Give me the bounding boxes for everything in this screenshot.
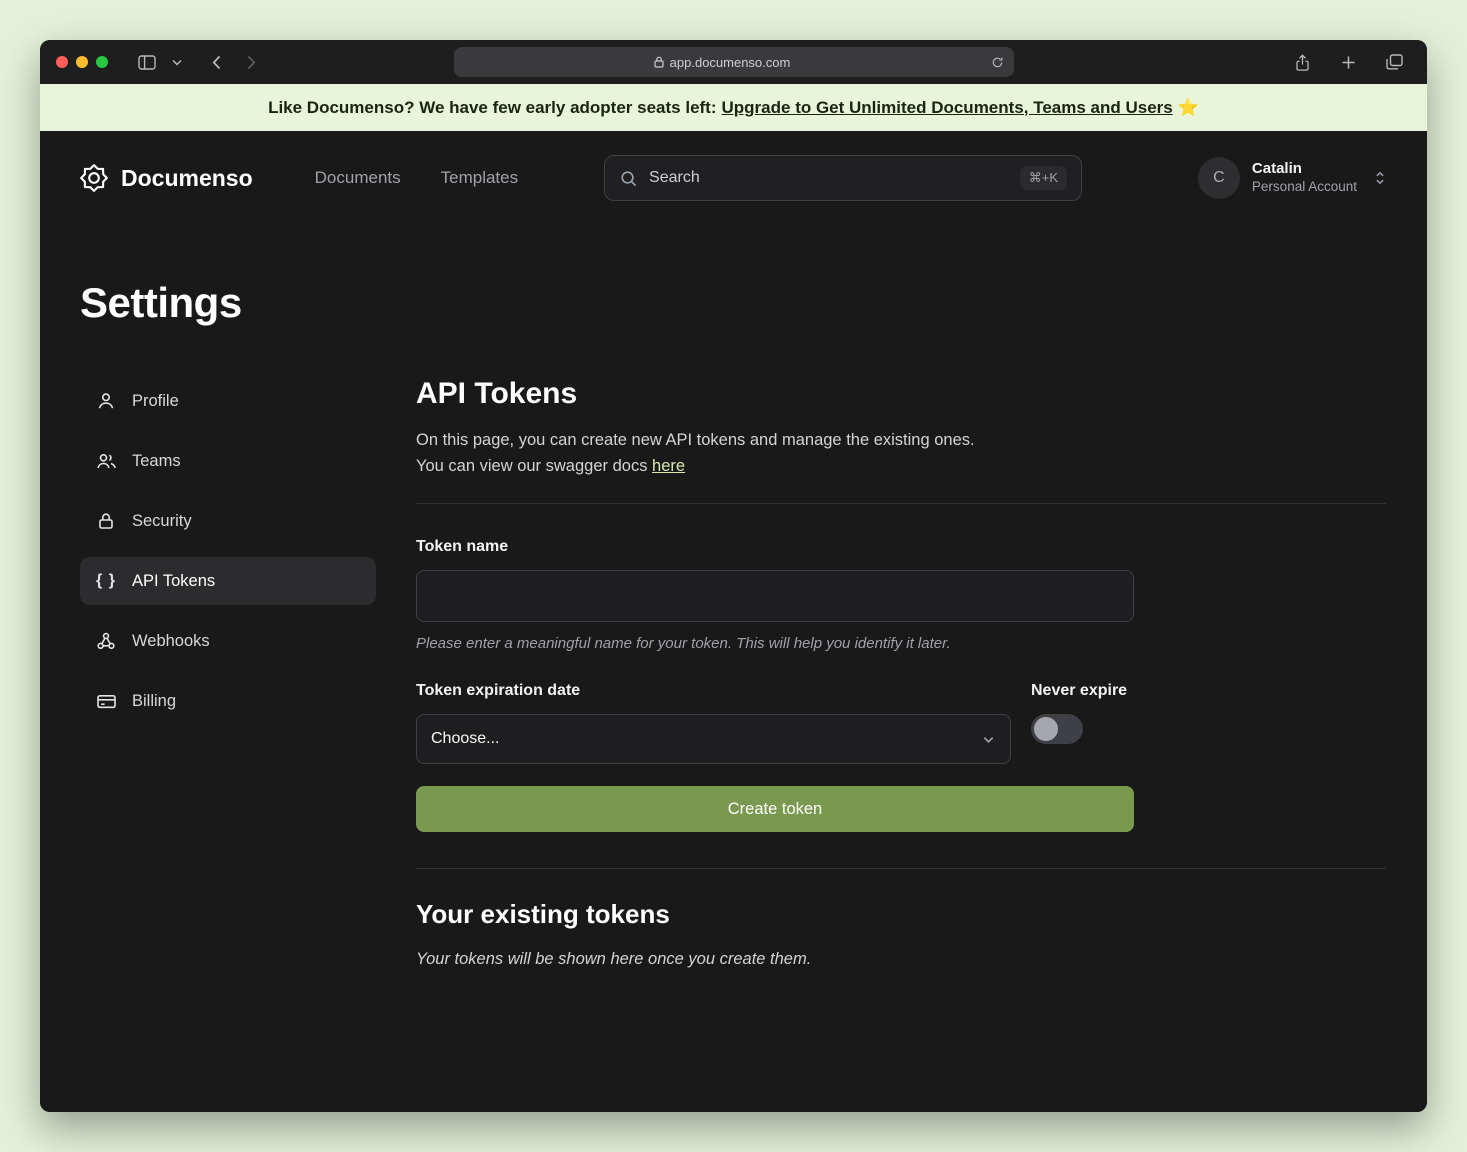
browser-window: app.documenso.com [40, 40, 1427, 1112]
credit-card-icon [95, 691, 117, 711]
search-input[interactable]: Search ⌘+K [604, 155, 1082, 201]
forward-button[interactable] [239, 55, 264, 70]
expiration-selected-value: Choose... [431, 730, 499, 748]
sidebar-item-label: Billing [132, 692, 176, 711]
expiration-label: Token expiration date [416, 682, 1011, 700]
api-tokens-panel: API Tokens On this page, you can create … [416, 377, 1386, 969]
brand[interactable]: Documenso [80, 164, 253, 192]
existing-tokens-heading: Your existing tokens [416, 899, 1386, 930]
sidebar-item-teams[interactable]: Teams [80, 437, 376, 485]
expiration-select[interactable]: Choose... [416, 714, 1011, 764]
chevrons-up-down-icon [1373, 169, 1387, 187]
nav-documents[interactable]: Documents [315, 168, 401, 188]
search-shortcut-badge: ⌘+K [1020, 166, 1067, 190]
sidebar-item-billing[interactable]: Billing [80, 677, 376, 725]
upgrade-link[interactable]: Upgrade to Get Unlimited Documents, Team… [722, 98, 1173, 118]
banner-text: Like Documenso? We have few early adopte… [268, 98, 716, 118]
main-nav: Documents Templates [315, 168, 518, 188]
account-type: Personal Account [1252, 179, 1357, 196]
sidebar-item-api-tokens[interactable]: { } API Tokens [80, 557, 376, 605]
token-name-label: Token name [416, 538, 1386, 556]
description-line-2: You can view our swagger docs [416, 457, 647, 475]
sidebar-item-label: Webhooks [132, 632, 210, 651]
traffic-lights [56, 56, 108, 68]
token-name-helper: Please enter a meaningful name for your … [416, 635, 1386, 652]
sidebar-item-webhooks[interactable]: Webhooks [80, 617, 376, 665]
lock-icon [95, 511, 117, 531]
sidebar-item-profile[interactable]: Profile [80, 377, 376, 425]
chevron-down-icon [981, 732, 996, 747]
divider [416, 503, 1386, 504]
url-text: app.documenso.com [670, 55, 791, 70]
sidebar-item-label: Teams [132, 452, 181, 471]
lock-icon [654, 56, 664, 68]
toolbar-right-icons [1286, 53, 1411, 72]
close-window-button[interactable] [56, 56, 68, 68]
user-icon [95, 391, 117, 411]
documenso-logo-icon [80, 164, 108, 192]
account-menu[interactable]: C Catalin Personal Account [1198, 157, 1387, 199]
swagger-docs-link[interactable]: here [652, 457, 685, 475]
existing-tokens-empty-text: Your tokens will be shown here once you … [416, 950, 1386, 969]
promo-banner: Like Documenso? We have few early adopte… [40, 84, 1427, 131]
sidebar-item-label: Security [132, 512, 192, 531]
section-description: On this page, you can create new API tok… [416, 427, 1386, 479]
create-token-button[interactable]: Create token [416, 786, 1134, 832]
sidebar-chevron-down-icon[interactable] [164, 59, 190, 66]
minimize-window-button[interactable] [76, 56, 88, 68]
description-line-1: On this page, you can create new API tok… [416, 431, 975, 449]
sidebar-toggle-icon[interactable] [130, 55, 164, 70]
sidebar-item-label: API Tokens [132, 572, 215, 591]
user-name: Catalin [1252, 160, 1357, 179]
refresh-icon[interactable] [991, 56, 1014, 69]
brand-name: Documenso [121, 165, 253, 192]
avatar: C [1198, 157, 1240, 199]
settings-page: Settings Profile [40, 279, 1427, 969]
never-expire-label: Never expire [1031, 682, 1127, 700]
section-heading: API Tokens [416, 377, 1386, 411]
nav-templates[interactable]: Templates [441, 168, 518, 188]
address-bar[interactable]: app.documenso.com [454, 47, 1014, 77]
webhook-icon [95, 631, 117, 651]
share-icon[interactable] [1286, 53, 1319, 72]
users-icon [95, 451, 117, 471]
token-name-input[interactable] [416, 570, 1134, 622]
never-expire-toggle[interactable] [1031, 714, 1083, 744]
search-placeholder: Search [649, 169, 700, 187]
settings-sidebar: Profile Teams [80, 377, 376, 969]
divider [416, 868, 1386, 869]
desktop-background: app.documenso.com [0, 0, 1467, 1152]
star-emoji: ⭐ [1178, 98, 1199, 118]
search-icon [619, 169, 638, 188]
tabs-overview-icon[interactable] [1378, 54, 1411, 70]
app-root: Documenso Documents Templates Search ⌘+K… [40, 131, 1427, 1112]
browser-toolbar: app.documenso.com [40, 40, 1427, 84]
new-tab-icon[interactable] [1333, 55, 1364, 70]
back-button[interactable] [204, 55, 229, 70]
braces-icon: { } [95, 572, 117, 590]
app-header: Documenso Documents Templates Search ⌘+K… [40, 131, 1427, 225]
toggle-knob [1034, 717, 1058, 741]
page-title: Settings [80, 279, 1387, 327]
zoom-window-button[interactable] [96, 56, 108, 68]
sidebar-item-security[interactable]: Security [80, 497, 376, 545]
sidebar-item-label: Profile [132, 392, 179, 411]
